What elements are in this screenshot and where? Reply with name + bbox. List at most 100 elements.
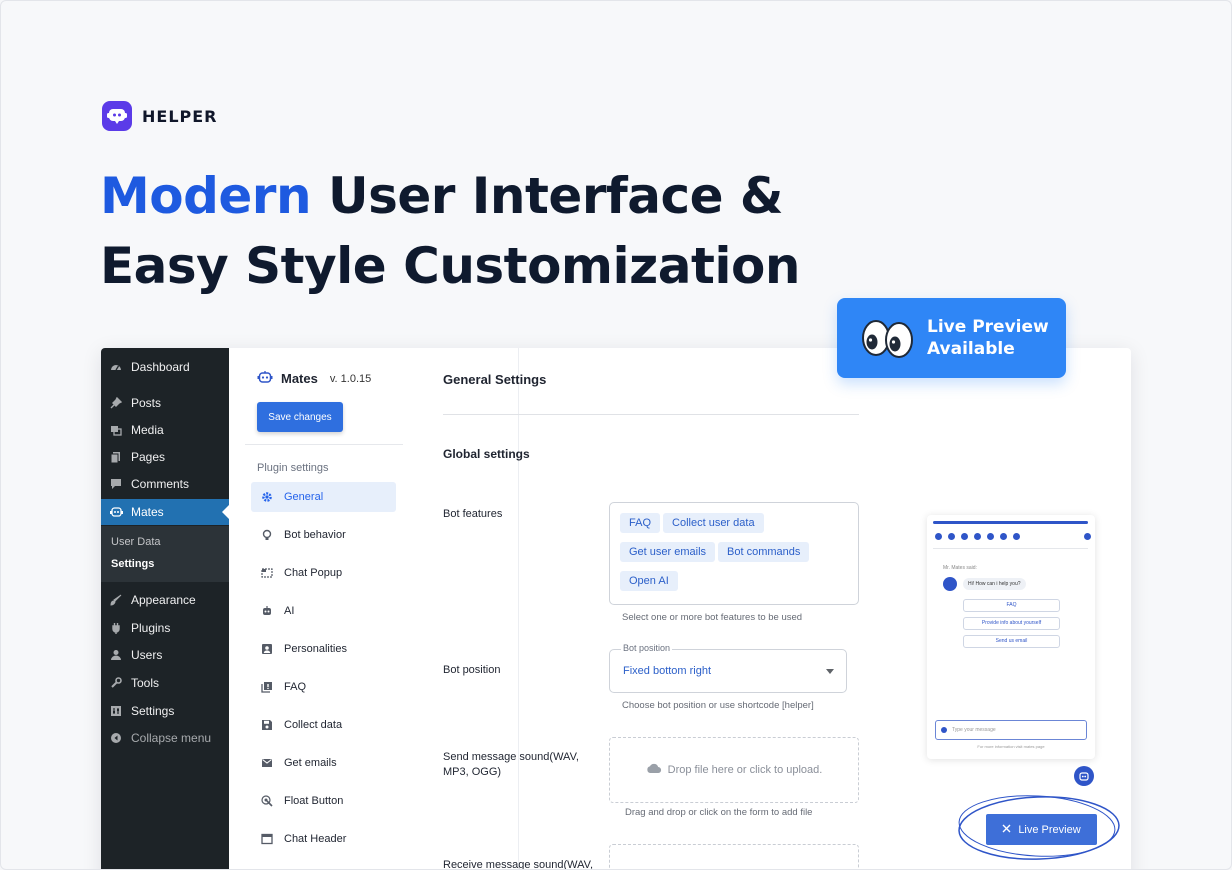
- nav-bot-behavior[interactable]: Bot behavior: [251, 520, 396, 550]
- gear-icon: [260, 490, 274, 504]
- highlight-scribble: [958, 795, 1120, 860]
- nav-faq[interactable]: FAQ: [251, 672, 396, 702]
- lightbulb-icon: [260, 528, 274, 542]
- nav-get-emails[interactable]: Get emails: [251, 748, 396, 778]
- feature-chip[interactable]: Collect user data: [663, 513, 764, 533]
- headline-line-1-rest: User Interface &: [311, 167, 784, 225]
- wrench-icon: [109, 676, 123, 690]
- feature-chip[interactable]: Open AI: [620, 571, 678, 591]
- headline-line-2: Easy Style Customization: [100, 237, 801, 295]
- badge-line-1: Live Preview: [927, 317, 1049, 337]
- pin-icon: [109, 396, 123, 410]
- nav-float-button[interactable]: Float Button: [251, 786, 396, 816]
- nav-ai[interactable]: AI: [251, 596, 396, 626]
- general-settings-title: General Settings: [443, 372, 547, 387]
- wp-menu-label: Dashboard: [131, 360, 190, 374]
- feature-chip[interactable]: Bot commands: [718, 542, 810, 562]
- feature-chip[interactable]: FAQ: [620, 513, 661, 533]
- bot-features-help: Select one or more bot features to be us…: [622, 612, 803, 623]
- wp-collapse-menu[interactable]: Collapse menu: [101, 725, 229, 751]
- save-changes-button[interactable]: Save changes: [257, 402, 343, 432]
- wp-menu-label: Comments: [131, 477, 190, 491]
- nav-label: Personalities: [284, 643, 347, 655]
- brand-name: HELPER: [142, 106, 218, 126]
- wp-menu-pages[interactable]: Pages: [101, 444, 229, 470]
- chevron-down-icon: [826, 669, 834, 674]
- channel-icon[interactable]: [948, 533, 955, 540]
- send-sound-dropzone[interactable]: Drop file here or click to upload.: [609, 737, 859, 803]
- wp-menu-dashboard[interactable]: Dashboard: [101, 354, 229, 380]
- settings-icon: [109, 704, 123, 718]
- nav-label: Float Button: [284, 795, 344, 807]
- wp-menu-appearance[interactable]: Appearance: [101, 587, 229, 613]
- widget-message-input[interactable]: Type your message: [935, 720, 1087, 740]
- send-sound-drop-text: Drop file here or click to upload.: [667, 764, 823, 776]
- widget-greeting-bubble: Hi! How can i help you?: [963, 578, 1026, 590]
- nav-label: Chat Popup: [284, 567, 343, 579]
- widget-channel-icons: [935, 533, 1091, 540]
- save-icon: [260, 718, 274, 732]
- wp-menu-plugins[interactable]: Plugins: [101, 615, 229, 641]
- wp-submenu-user-data[interactable]: User Data: [111, 536, 161, 548]
- nav-chat-popup[interactable]: Chat Popup: [251, 558, 396, 588]
- channel-icon[interactable]: [1000, 533, 1007, 540]
- wp-menu-settings[interactable]: Settings: [101, 698, 229, 724]
- bot-position-select[interactable]: Bot position Fixed bottom right: [609, 643, 847, 693]
- live-preview-badge: Live Preview Available: [837, 298, 1066, 378]
- comment-icon: [109, 477, 123, 491]
- wp-menu-label: Plugins: [131, 621, 171, 635]
- cloud-upload-icon: [646, 763, 662, 777]
- headline: Modern User Interface & Easy Style Custo…: [100, 161, 801, 301]
- nav-label: Bot behavior: [284, 529, 346, 541]
- channel-icon[interactable]: [974, 533, 981, 540]
- wp-menu-posts[interactable]: Posts: [101, 390, 229, 416]
- receive-sound-dropzone[interactable]: [609, 844, 859, 869]
- widget-sender: Mr. Mates said:: [943, 565, 977, 571]
- nav-collect-data[interactable]: Collect data: [251, 710, 396, 740]
- bot-features-label: Bot features: [443, 508, 503, 520]
- wp-menu-label: Media: [131, 423, 164, 437]
- widget-option-button[interactable]: Send us email: [963, 635, 1060, 648]
- widget-option-button[interactable]: FAQ: [963, 599, 1060, 612]
- headline-accent: Modern: [100, 167, 312, 225]
- divider: [933, 548, 1088, 549]
- brush-icon: [109, 593, 123, 607]
- bot-position-value: Fixed bottom right: [623, 665, 712, 677]
- bot-position-label: Bot position: [443, 664, 501, 676]
- touch-icon: [260, 794, 274, 808]
- channel-icon[interactable]: [1013, 533, 1020, 540]
- channel-icon[interactable]: [935, 533, 942, 540]
- nav-general[interactable]: General: [251, 482, 396, 512]
- mates-robot-icon: [257, 370, 273, 387]
- nav-chat-header[interactable]: Chat Header: [251, 824, 396, 854]
- wp-menu-comments[interactable]: Comments: [101, 471, 229, 497]
- channel-icon[interactable]: [961, 533, 968, 540]
- window-icon: [260, 832, 274, 846]
- wp-menu-label: Settings: [131, 704, 175, 718]
- helper-logo-icon: [102, 101, 132, 131]
- settings-main: General Settings Global settings Bot fea…: [443, 348, 863, 870]
- wp-menu-media[interactable]: Media: [101, 417, 229, 443]
- pages-icon: [109, 450, 123, 464]
- send-sound-help: Drag and drop or click on the form to ad…: [625, 807, 813, 818]
- plugin-name: Mates: [281, 371, 318, 386]
- widget-topbar: [933, 521, 1088, 524]
- wp-menu-label: Users: [131, 648, 163, 662]
- channel-icon[interactable]: [987, 533, 994, 540]
- robot-icon: [109, 505, 123, 519]
- chat-float-button[interactable]: [1074, 766, 1094, 786]
- widget-option-button[interactable]: Provide info about yourself: [963, 617, 1060, 630]
- bot-features-select[interactable]: FAQ Collect user data Get user emails Bot …: [609, 502, 859, 605]
- nav-personalities[interactable]: Personalities: [251, 634, 396, 664]
- wp-menu-tools[interactable]: Tools: [101, 670, 229, 696]
- wp-submenu-settings[interactable]: Settings: [111, 558, 154, 570]
- wp-menu-label: Posts: [131, 396, 162, 410]
- feature-chip[interactable]: Get user emails: [620, 542, 716, 562]
- widget-close-icon[interactable]: [1084, 533, 1091, 540]
- media-icon: [109, 423, 123, 437]
- wp-menu-users[interactable]: Users: [101, 642, 229, 668]
- receive-sound-label: Receive message sound(WAV,: [443, 859, 593, 870]
- wp-menu-mates[interactable]: Mates: [101, 499, 229, 525]
- faq-icon: [260, 680, 274, 694]
- widget-footer: For more information visit mates page: [977, 744, 1045, 749]
